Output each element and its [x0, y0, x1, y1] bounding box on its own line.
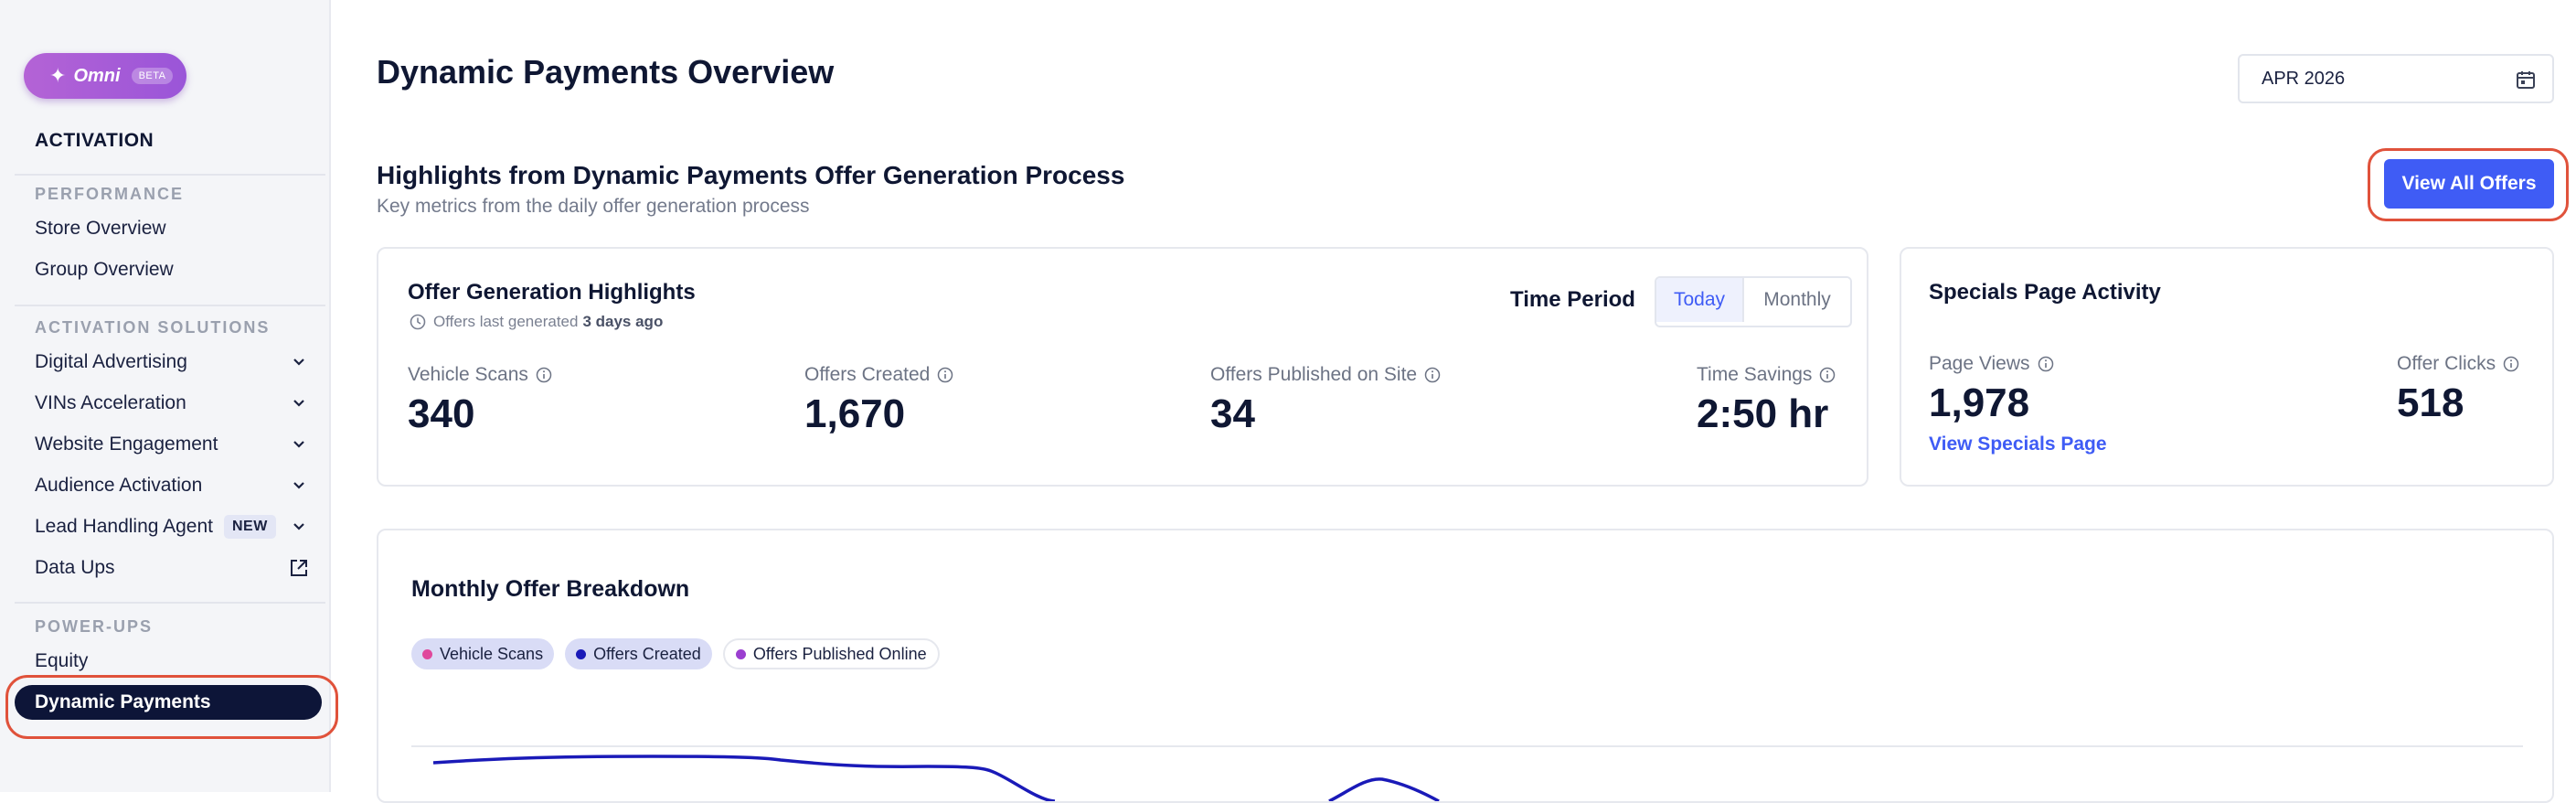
- chevron-down-icon[interactable]: [289, 517, 309, 537]
- time-period-label: Time Period: [1510, 287, 1635, 312]
- sidebar-item-data-ups[interactable]: Data Ups: [35, 552, 309, 584]
- metric-value: 34: [1210, 391, 1255, 436]
- info-icon[interactable]: [2038, 356, 2054, 372]
- sidebar-item-label: Digital Advertising: [35, 351, 187, 372]
- metric-value: 340: [408, 391, 475, 436]
- month-picker[interactable]: APR 2026: [2238, 54, 2554, 103]
- sidebar-divider: [15, 305, 325, 306]
- sidebar-item-website-engagement[interactable]: Website Engagement: [35, 429, 309, 460]
- clock-icon: [410, 314, 426, 330]
- sidebar-item-label: Lead Handling Agent: [35, 516, 213, 537]
- period-today-button[interactable]: Today: [1656, 278, 1744, 322]
- metric-label: Vehicle Scans: [408, 364, 552, 386]
- specials-page-card: Specials Page Activity Page Views 1,978 …: [1900, 247, 2554, 487]
- section-power-ups: POWER-UPS: [35, 617, 154, 636]
- page-title: Dynamic Payments Overview: [377, 53, 835, 91]
- last-generated: Offers last generated 3 days ago: [410, 313, 663, 331]
- new-badge: NEW: [224, 515, 276, 539]
- metric-label: Page Views: [1929, 353, 2054, 375]
- section-performance: PERFORMANCE: [35, 185, 185, 203]
- sidebar: ✦ Omni BETA ACTIVATION PERFORMANCE Store…: [0, 0, 338, 792]
- sidebar-item-group-overview[interactable]: Group Overview: [35, 254, 309, 285]
- sidebar-item-audience-activation[interactable]: Audience Activation: [35, 470, 309, 501]
- metric-label-text: Page Views: [1929, 353, 2030, 374]
- offer-generation-card: Offer Generation Highlights Offers last …: [377, 247, 1868, 487]
- metric-label: Offer Clicks: [2397, 353, 2519, 375]
- chevron-down-icon[interactable]: [289, 434, 309, 455]
- metric-value: 1,670: [804, 391, 906, 436]
- offer-card-title: Offer Generation Highlights: [408, 280, 696, 305]
- omni-button[interactable]: ✦ Omni BETA: [24, 53, 186, 99]
- metric-label: Offers Created: [804, 364, 953, 386]
- metric-label-text: Time Savings: [1697, 364, 1813, 385]
- sidebar-item-equity[interactable]: Equity: [35, 646, 309, 677]
- series-line-offers-created: [432, 755, 1440, 801]
- sidebar-item-label: Data Ups: [35, 557, 115, 578]
- info-icon[interactable]: [536, 367, 552, 383]
- info-icon[interactable]: [937, 367, 953, 383]
- highlights-title: Highlights from Dynamic Payments Offer G…: [377, 161, 1125, 189]
- sidebar-divider: [15, 174, 325, 176]
- omni-label: Omni: [73, 65, 121, 86]
- info-icon[interactable]: [2503, 356, 2519, 372]
- sidebar-divider: [15, 602, 325, 604]
- sidebar-item-label: Audience Activation: [35, 475, 203, 496]
- period-monthly-button[interactable]: Monthly: [1744, 278, 1850, 322]
- sidebar-item-dynamic-payments[interactable]: Dynamic Payments: [15, 685, 322, 720]
- info-icon[interactable]: [1819, 367, 1836, 383]
- view-specials-link[interactable]: View Specials Page: [1929, 434, 2107, 455]
- sidebar-item-label: Store Overview: [35, 218, 166, 239]
- beta-badge: BETA: [131, 68, 174, 84]
- metric-value: 1,978: [1929, 380, 2030, 425]
- chart-plot: [411, 745, 2523, 801]
- chevron-down-icon[interactable]: [289, 352, 309, 372]
- metric-label-text: Offer Clicks: [2397, 353, 2496, 374]
- calendar-icon[interactable]: [2516, 70, 2536, 90]
- sidebar-item-label: Website Engagement: [35, 434, 218, 455]
- sidebar-item-label: Equity: [35, 650, 89, 671]
- metric-value: 518: [2397, 380, 2464, 425]
- sidebar-item-lead-handling-agent[interactable]: Lead Handling Agent NEW: [35, 511, 309, 542]
- metric-label-text: Offers Published on Site: [1210, 364, 1418, 385]
- monthly-breakdown-card: Monthly Offer Breakdown Vehicle Scans Of…: [377, 529, 2554, 803]
- last-generated-value: 3 days ago: [582, 313, 664, 330]
- metric-label: Offers Published on Site: [1210, 364, 1441, 386]
- metric-label-text: Offers Created: [804, 364, 931, 385]
- section-activation-solutions: ACTIVATION SOLUTIONS: [35, 318, 271, 337]
- sidebar-item-label: VINs Acceleration: [35, 392, 186, 413]
- sidebar-item-store-overview[interactable]: Store Overview: [35, 213, 309, 244]
- sidebar-item-vins-acceleration[interactable]: VINs Acceleration: [35, 388, 309, 419]
- sidebar-heading: ACTIVATION: [35, 130, 154, 151]
- metric-label-text: Vehicle Scans: [408, 364, 528, 385]
- metric-value: 2:50 hr: [1697, 391, 1829, 436]
- last-generated-prefix: Offers last generated: [433, 313, 579, 330]
- external-link-icon[interactable]: [289, 558, 309, 578]
- specials-card-title: Specials Page Activity: [1929, 280, 2161, 305]
- view-all-offers-button[interactable]: View All Offers: [2384, 159, 2554, 209]
- sidebar-item-label: Group Overview: [35, 259, 174, 280]
- sidebar-item-digital-advertising[interactable]: Digital Advertising: [35, 347, 309, 378]
- metric-label: Time Savings: [1697, 364, 1836, 386]
- sparkle-icon: ✦: [49, 64, 67, 87]
- time-period-toggle: Today Monthly: [1655, 276, 1852, 327]
- chevron-down-icon[interactable]: [289, 476, 309, 496]
- highlights-subtitle: Key metrics from the daily offer generat…: [377, 196, 810, 217]
- chevron-down-icon[interactable]: [289, 393, 309, 413]
- month-value: APR 2026: [2262, 68, 2346, 89]
- info-icon[interactable]: [1424, 367, 1441, 383]
